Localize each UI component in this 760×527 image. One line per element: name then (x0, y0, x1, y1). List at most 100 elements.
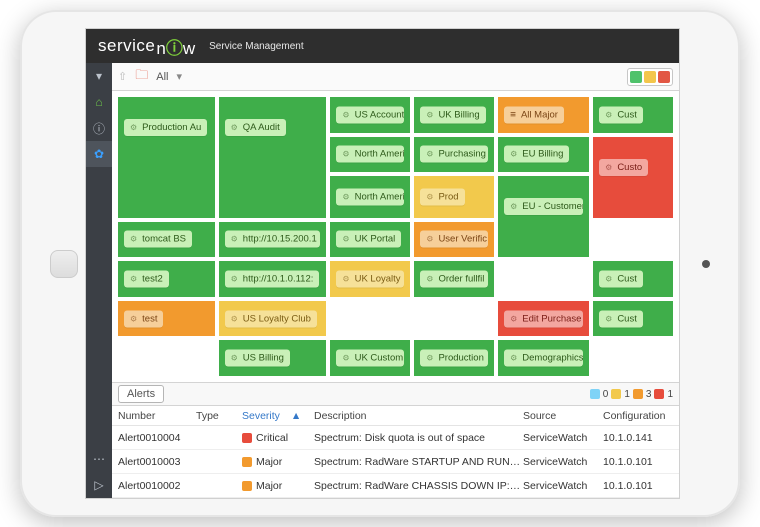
col-source[interactable]: Source (523, 410, 603, 422)
severity-box-icon (242, 457, 252, 467)
treemap-cell[interactable]: Cust (591, 299, 675, 339)
cell-description: Spectrum: Disk quota is out of space (314, 432, 523, 444)
treemap-cell[interactable]: test (116, 299, 217, 339)
cell-severity: Major (242, 480, 314, 492)
more-icon[interactable]: ⋯ (86, 446, 112, 472)
treemap-cell[interactable]: EU - Customer P (496, 174, 591, 259)
treemap-cell[interactable]: Order fullfil (412, 259, 496, 299)
cell-config: 10.1.0.101 (603, 480, 673, 492)
treemap-chip: UK Portal (336, 231, 401, 248)
treemap-cell[interactable]: US Billing (217, 338, 329, 378)
legend-minor-icon (611, 389, 621, 399)
treemap: Production Au tomcat BS test2 test QA Audit h… (112, 91, 679, 382)
treemap-cell[interactable]: UK Portal (328, 220, 412, 260)
col-description[interactable]: Description (314, 410, 523, 422)
treemap-cell[interactable]: Production (412, 338, 496, 378)
cell-config: 10.1.0.101 (603, 456, 673, 468)
col-severity[interactable]: Severity ▲ (242, 410, 314, 422)
chevron-down-icon[interactable]: ▾ (176, 70, 182, 83)
sort-asc-icon: ▲ (291, 410, 301, 422)
col-config[interactable]: Configuration (603, 410, 673, 422)
treemap-chip: Cust (599, 310, 643, 327)
treemap-cell[interactable]: US Loyalty Club (217, 299, 329, 339)
treemap-chip: EU - Customer P (504, 198, 583, 215)
treemap-chip: Production (420, 350, 488, 367)
treemap-chip: tomcat BS (124, 231, 192, 248)
cell-config: 10.1.0.141 (603, 432, 673, 444)
legend-info-icon (590, 389, 600, 399)
treemap-cell[interactable]: User Verific (412, 220, 496, 260)
treemap-cell[interactable]: Cust (591, 259, 675, 299)
camera-dot (702, 260, 710, 268)
treemap-chip: UK Loyalty (336, 270, 404, 287)
treemap-cell[interactable]: QA Audit (217, 95, 329, 220)
cell-source: ServiceWatch (523, 432, 603, 444)
home-icon[interactable]: ⌂ (86, 89, 112, 115)
treemap-cell[interactable]: Cust (591, 95, 675, 135)
treemap-chip: UK Custom (336, 350, 404, 367)
cell-description: Spectrum: RadWare STARTUP AND RUNNING CO… (314, 456, 523, 468)
treemap-cell[interactable]: North Ameri (328, 174, 412, 219)
treemap-chip: Order fullfil (420, 270, 488, 287)
treemap-chip: Production Au (124, 119, 207, 136)
tab-alerts[interactable]: Alerts (118, 385, 164, 403)
app-screen: service nⓘw Service Management ▾ ⌂ ⓘ ✿ ⋯… (85, 28, 680, 499)
treemap-chip: Custo (599, 159, 648, 176)
home-button[interactable] (50, 250, 78, 278)
treemap-cell[interactable]: US Account (328, 95, 412, 135)
table-row[interactable]: Alert0010002MajorSpectrum: RadWare CHASS… (112, 474, 679, 498)
treemap-cell[interactable]: Demographics R (496, 338, 591, 378)
treemap-cell[interactable]: UK Billing (412, 95, 496, 135)
treemap-cell[interactable]: North Ameri (328, 135, 412, 175)
view-list-icon[interactable] (644, 71, 656, 83)
view-toggle[interactable] (627, 68, 673, 86)
treemap-chip: UK Billing (420, 106, 485, 123)
table-row[interactable]: Alert0010003MajorSpectrum: RadWare START… (112, 450, 679, 474)
legend-critical-icon (654, 389, 664, 399)
treemap-chip: Cust (599, 270, 643, 287)
upload-icon[interactable]: ⇧ (118, 70, 127, 83)
treemap-cell[interactable]: Purchasing (412, 135, 496, 175)
treemap-cell[interactable]: All Major (496, 95, 591, 135)
severity-legend: 0 1 3 1 (590, 389, 673, 400)
col-number[interactable]: Number (118, 410, 196, 422)
filter-all-label[interactable]: All (156, 71, 168, 83)
treemap-cell[interactable]: UK Custom (328, 338, 412, 378)
treemap-cell[interactable]: tomcat BS (116, 220, 217, 260)
cell-number: Alert0010002 (118, 480, 196, 492)
alerts-header: Alerts 0 1 3 1 (112, 382, 679, 406)
treemap-cell[interactable]: UK Loyalty (328, 259, 412, 299)
tablet-frame: service nⓘw Service Management ▾ ⌂ ⓘ ✿ ⋯… (20, 10, 740, 517)
folder-icon[interactable]: 🗀 (135, 66, 148, 88)
brand-service: service (98, 36, 155, 56)
cell-number: Alert0010003 (118, 456, 196, 468)
view-tile-icon[interactable] (658, 71, 670, 83)
treemap-chip: All Major (504, 106, 564, 123)
treemap-chip: Cust (599, 106, 643, 123)
app-subtitle: Service Management (209, 41, 304, 52)
treemap-cell[interactable]: test2 (116, 259, 217, 299)
treemap-cell[interactable]: Prod (412, 174, 496, 219)
view-grid-icon[interactable] (630, 71, 642, 83)
treemap-chip: test (124, 310, 163, 327)
filter-icon[interactable]: ▾ (86, 63, 112, 89)
treemap-cell[interactable]: Edit Purchase Or (496, 299, 591, 339)
treemap-chip: http://10.15.200.1 (225, 231, 321, 248)
treemap-chip: test2 (124, 270, 169, 287)
treemap-chip: US Billing (225, 350, 290, 367)
treemap-chip: North Ameri (336, 146, 404, 163)
treemap-cell[interactable]: EU Billing (496, 135, 591, 175)
treemap-chip: QA Audit (225, 119, 286, 136)
power-o-icon: ⓘ (166, 39, 183, 58)
gear-icon[interactable]: ✿ (86, 141, 112, 167)
treemap-cell[interactable]: Custo (591, 135, 675, 220)
treemap-cell[interactable]: http://10.15.200.1 (217, 220, 329, 260)
treemap-cell[interactable]: http://10.1.0.112: (217, 259, 329, 299)
col-type[interactable]: Type (196, 410, 242, 422)
treemap-cell[interactable]: Production Au (116, 95, 217, 220)
treemap-chip: US Loyalty Club (225, 310, 317, 327)
play-icon[interactable]: ▷ (86, 472, 112, 498)
treemap-chip: North Ameri (336, 188, 404, 205)
info-icon[interactable]: ⓘ (86, 115, 112, 141)
table-row[interactable]: Alert0010004CriticalSpectrum: Disk quota… (112, 426, 679, 450)
